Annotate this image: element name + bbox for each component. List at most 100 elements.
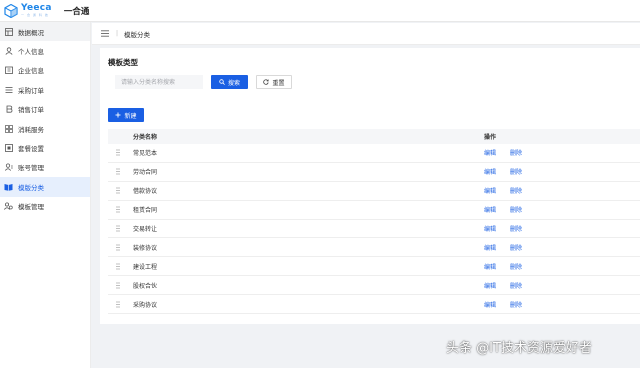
edit-link[interactable]: 编辑	[484, 262, 496, 271]
main-panel: 模板类型 搜索 重置 新建 分类名称 操作 常见范本编辑删除劳动合同编辑删除借款…	[100, 48, 640, 324]
category-name: 常见范本	[133, 150, 158, 158]
menu-toggle-icon[interactable]	[100, 29, 110, 39]
breadcrumb-separator: |	[116, 30, 119, 37]
app-title: 一合通	[63, 6, 90, 17]
category-name: 股权合伙	[133, 282, 158, 290]
sidebar-item-label: 个人信息	[18, 48, 44, 57]
category-name: 租赁合同	[133, 207, 158, 215]
reset-button[interactable]: 重置	[256, 75, 292, 89]
delete-link[interactable]: 删除	[510, 205, 522, 214]
delete-link[interactable]: 删除	[510, 224, 522, 233]
table-row: 租赁合同 编辑 删除	[108, 201, 640, 220]
new-button[interactable]: 新建	[108, 108, 144, 122]
category-table: 分类名称 操作 常见范本 编辑 删除 劳动合同 编辑 删除 借款协议 编辑 删除 租赁合同 编辑 删除…	[108, 129, 640, 315]
dashboard-icon	[4, 27, 13, 36]
edit-link[interactable]: 编辑	[484, 186, 496, 195]
sidebar-item-label: 套餐设置	[18, 145, 44, 154]
template-icon	[4, 202, 13, 211]
logo-subtitle: 一 合 通 科 技	[21, 13, 49, 17]
sidebar-item-consumption-services[interactable]: 消耗服务	[0, 119, 90, 138]
logo-name: Yeeca	[21, 3, 52, 13]
company-icon	[4, 66, 13, 75]
drag-handle-icon[interactable]	[115, 206, 120, 213]
drag-handle-icon[interactable]	[115, 149, 120, 156]
breadcrumb-current: 模版分类	[124, 30, 151, 39]
sidebar-item-dashboard[interactable]: 数据概况	[0, 22, 90, 42]
drag-handle-icon[interactable]	[115, 244, 120, 251]
drag-handle-icon[interactable]	[115, 168, 120, 175]
sidebar-item-label: 模板管理	[18, 203, 44, 212]
book-icon	[4, 182, 13, 191]
page-title: 模板类型	[108, 58, 138, 67]
search-input[interactable]	[115, 75, 203, 89]
delete-link[interactable]: 删除	[510, 281, 522, 290]
sidebar-item-account-management[interactable]: 账号管理	[0, 158, 90, 177]
sidebar-item-company[interactable]: 企业信息	[0, 61, 90, 80]
drag-handle-icon[interactable]	[115, 263, 120, 270]
table-row: 股权合伙 编辑 删除	[108, 276, 640, 296]
list-icon	[4, 85, 13, 94]
user-icon	[4, 47, 13, 56]
drag-handle-icon[interactable]	[115, 282, 120, 289]
edit-link[interactable]: 编辑	[484, 281, 496, 290]
sidebar-item-label: 数据概况	[18, 28, 44, 37]
search-button[interactable]: 搜索	[211, 75, 248, 89]
sidebar-item-label: 企业信息	[18, 67, 44, 76]
category-name: 采购协议	[133, 301, 158, 309]
table-header: 分类名称 操作	[108, 129, 640, 144]
category-name: 劳动合同	[133, 169, 158, 177]
search-button-label: 搜索	[227, 79, 240, 87]
sidebar-item-label: 账号管理	[18, 164, 44, 173]
table-row: 借款协议 编辑 删除	[108, 182, 640, 201]
sidebar-item-label: 采购订单	[18, 86, 44, 95]
sidebar-item-label: 销售订单	[18, 106, 44, 115]
sidebar-item-template-management[interactable]: 模板管理	[0, 197, 90, 216]
edit-link[interactable]: 编辑	[484, 205, 496, 214]
reset-button-label: 重置	[272, 79, 285, 87]
sidebar-item-package-settings[interactable]: 套餐设置	[0, 138, 90, 157]
edit-link[interactable]: 编辑	[484, 224, 496, 233]
sidebar-item-sales-orders[interactable]: 销售订单	[0, 100, 90, 119]
column-header-operations: 操作	[484, 134, 497, 141]
delete-link[interactable]: 删除	[510, 186, 522, 195]
drag-handle-icon[interactable]	[115, 187, 120, 194]
edit-link[interactable]: 编辑	[484, 148, 496, 157]
search-icon	[219, 79, 225, 85]
drag-handle-icon[interactable]	[115, 225, 120, 232]
sidebar-item-label: 模版分类	[18, 183, 44, 192]
service-icon	[4, 124, 13, 133]
sidebar-item-template-categories[interactable]: 模版分类	[0, 177, 90, 197]
drag-handle-icon[interactable]	[115, 301, 120, 308]
sidebar-item-profile[interactable]: 个人信息	[0, 41, 90, 60]
table-row: 劳动合同 编辑 删除	[108, 163, 640, 182]
bitcoin-icon	[4, 105, 13, 114]
top-bar: Yeeca 一 合 通 科 技 一合通	[0, 0, 640, 22]
refresh-icon	[263, 79, 270, 85]
account-icon	[4, 163, 13, 172]
logo[interactable]: Yeeca 一 合 通 科 技	[4, 3, 52, 18]
edit-link[interactable]: 编辑	[484, 243, 496, 252]
delete-link[interactable]: 删除	[510, 243, 522, 252]
edit-link[interactable]: 编辑	[484, 300, 496, 309]
plus-icon	[115, 112, 121, 118]
logo-cube-icon	[4, 3, 18, 18]
category-name: 建设工程	[133, 263, 158, 271]
table-row: 交易转让 编辑 删除	[108, 220, 640, 239]
column-header-name: 分类名称	[133, 134, 158, 141]
breadcrumb: | 模版分类	[92, 23, 640, 45]
category-name: 借款协议	[133, 188, 158, 196]
sidebar-item-purchase-orders[interactable]: 采购订单	[0, 80, 90, 99]
delete-link[interactable]: 删除	[510, 167, 522, 176]
table-row: 常见范本 编辑 删除	[108, 144, 640, 163]
table-row: 装修协议 编辑 删除	[108, 238, 640, 258]
delete-link[interactable]: 删除	[510, 300, 522, 309]
sidebar-item-label: 消耗服务	[18, 125, 44, 134]
sidebar: 数据概况 个人信息 企业信息 采购订单 销售订单 消耗服务 套餐设置 账号管理 …	[0, 22, 91, 368]
delete-link[interactable]: 删除	[510, 262, 522, 271]
package-icon	[4, 144, 13, 153]
delete-link[interactable]: 删除	[510, 148, 522, 157]
category-name: 交易转让	[133, 226, 158, 233]
edit-link[interactable]: 编辑	[484, 167, 496, 176]
category-name: 装修协议	[133, 244, 158, 252]
table-row: 建设工程 编辑 删除	[108, 257, 640, 277]
